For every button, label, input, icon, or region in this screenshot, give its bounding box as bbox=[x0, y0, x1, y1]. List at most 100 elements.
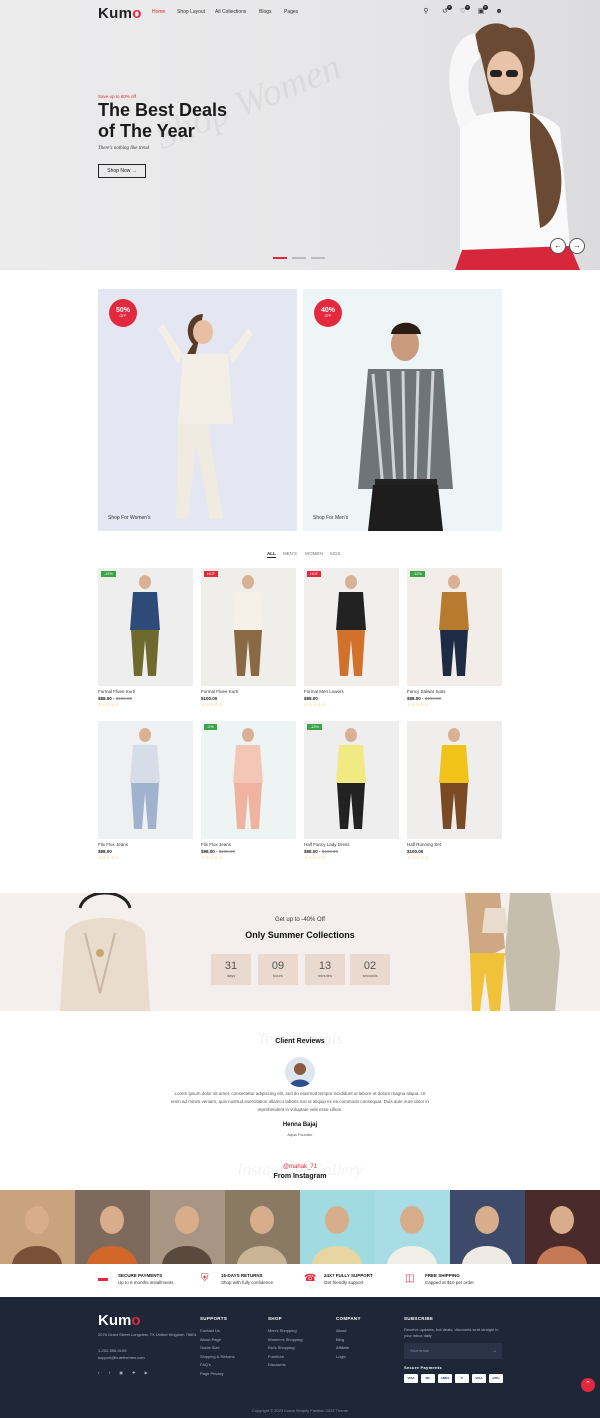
footer-logo[interactable]: Kumo bbox=[98, 1312, 141, 1329]
product-name[interactable]: Formal Fluee Kurti bbox=[98, 689, 193, 694]
logo[interactable]: Kumo bbox=[98, 5, 142, 22]
slider-dot[interactable] bbox=[292, 257, 306, 259]
instagram-handle[interactable]: @mahak_71 bbox=[0, 1164, 600, 1170]
product-card[interactable]: HOT Formal Fluee Kurti $100.00 ☆☆☆☆☆ bbox=[201, 568, 296, 708]
product-price: $100.00 bbox=[407, 849, 424, 854]
footer-link[interactable]: Discounts bbox=[268, 1361, 286, 1370]
shop-women-link[interactable]: Shop For Women's bbox=[108, 515, 151, 521]
instagram-photo[interactable] bbox=[150, 1190, 225, 1264]
product-card[interactable]: -12% Formal Fluee Kurti $88.00 - $100.00 ☆☆… bbox=[98, 568, 193, 708]
product-name[interactable]: Flix Flox Jeans bbox=[98, 842, 193, 847]
product-image[interactable]: HOT bbox=[201, 568, 296, 686]
tab-mens[interactable]: MEN'S bbox=[283, 551, 297, 556]
payments-title: Secure Payments bbox=[404, 1365, 442, 1370]
payment-card-icon: P bbox=[455, 1374, 469, 1383]
instagram-photo[interactable] bbox=[0, 1190, 75, 1264]
instagram-photo[interactable] bbox=[375, 1190, 450, 1264]
product-name[interactable]: Flix Flox Jeans bbox=[201, 842, 296, 847]
copyright: Copyright © 2023 Kuma Shopify Fashion 20… bbox=[251, 1408, 349, 1413]
footer-link[interactable]: About bbox=[336, 1327, 346, 1336]
footer-link[interactable]: Men's Shopping bbox=[268, 1327, 297, 1336]
rating-stars: ☆☆☆☆☆ bbox=[201, 855, 223, 860]
product-card[interactable]: -2% Flix Flox Jeans $98.00 - $100.00 ☆☆☆☆☆ bbox=[201, 721, 296, 861]
slider-prev-button[interactable]: ← bbox=[550, 238, 566, 254]
footer-email[interactable]: support@kutethemes.com bbox=[98, 1354, 145, 1363]
slider-dot[interactable] bbox=[273, 257, 287, 259]
rating-stars: ☆☆☆☆☆ bbox=[98, 855, 120, 860]
instagram-photo[interactable] bbox=[225, 1190, 300, 1264]
payment-card-icon: MC bbox=[421, 1374, 435, 1383]
footer-link[interactable]: Login bbox=[336, 1353, 346, 1362]
slider-dot[interactable] bbox=[311, 257, 325, 259]
tab-kids[interactable]: KIDS bbox=[330, 551, 341, 556]
footer-link[interactable]: Blog bbox=[336, 1336, 344, 1345]
product-image[interactable] bbox=[407, 721, 502, 839]
product-name[interactable]: Half Running Set bbox=[407, 842, 502, 847]
promo-card-women[interactable]: 50% OFF Shop For Women's bbox=[98, 289, 297, 531]
nav-pages[interactable]: Pages bbox=[284, 9, 298, 15]
basket-icon: ◫ bbox=[405, 1273, 415, 1284]
product-name[interactable]: Fancy Salwar Suits bbox=[407, 689, 502, 694]
product-tag: -12% bbox=[101, 571, 116, 577]
product-name[interactable]: Formal Men Lowers bbox=[304, 689, 399, 694]
product-image[interactable]: -12% bbox=[407, 568, 502, 686]
page: Shop Women Kumo Home Shop Layout All Col… bbox=[0, 0, 600, 1418]
nav-home[interactable]: Home bbox=[152, 9, 165, 15]
footer-link[interactable]: Furniture bbox=[268, 1353, 284, 1362]
slider-next-button[interactable]: → bbox=[569, 238, 585, 254]
footer-link[interactable]: Affiliate bbox=[336, 1344, 349, 1353]
footer-link[interactable]: FAQ's bbox=[200, 1361, 211, 1370]
hero-model-image bbox=[449, 23, 580, 270]
product-image[interactable]: -2% bbox=[201, 721, 296, 839]
footer bbox=[0, 1297, 600, 1418]
instagram-photo[interactable] bbox=[75, 1190, 150, 1264]
product-image[interactable]: -12% bbox=[98, 568, 193, 686]
search-icon[interactable]: ⚲ bbox=[422, 8, 430, 16]
footer-link[interactable]: Contact Us bbox=[200, 1327, 220, 1336]
social-icons[interactable]: 𝕣 f ▣ ✚ ▶ bbox=[98, 1369, 152, 1378]
bag-image bbox=[60, 893, 150, 1011]
product-card[interactable]: Flix Flox Jeans $88.00 ☆☆☆☆☆ bbox=[98, 721, 193, 861]
user-icon[interactable]: ☻ bbox=[495, 8, 503, 16]
instagram-photo[interactable] bbox=[300, 1190, 375, 1264]
product-name[interactable]: Half Fancy Lady Dress bbox=[304, 842, 399, 847]
instagram-photo[interactable] bbox=[525, 1190, 600, 1264]
summer-title: Only Summer Collections bbox=[245, 930, 355, 940]
product-card[interactable]: -12% Fancy Salwar Suits $88.00 - $100.00 ☆☆… bbox=[407, 568, 502, 708]
product-image[interactable] bbox=[98, 721, 193, 839]
reviews-title: Client Reviews bbox=[275, 1038, 325, 1045]
shield-icon: ⛨ bbox=[201, 1273, 209, 1284]
promo-card-men[interactable]: 40% OFF Shop For Men's bbox=[303, 289, 502, 531]
compare-icon[interactable]: ↺ 0 bbox=[441, 5, 452, 16]
nav-blogs[interactable]: Blogs bbox=[259, 9, 272, 15]
nav-shop-layout[interactable]: Shop Layout bbox=[177, 9, 205, 15]
product-image[interactable]: HOT bbox=[304, 568, 399, 686]
product-card[interactable]: Half Running Set $100.00 ☆☆☆☆☆ bbox=[407, 721, 502, 861]
product-price: $88.00 - $100.00 bbox=[304, 849, 339, 854]
heart-icon[interactable]: ♡ 0 bbox=[459, 5, 470, 16]
shop-now-button[interactable]: Shop Now → bbox=[98, 164, 146, 178]
women-model-image bbox=[158, 314, 253, 519]
product-name[interactable]: Formal Fluee Kurti bbox=[201, 689, 296, 694]
product-price: $98.00 - $100.00 bbox=[201, 849, 236, 854]
footer-link[interactable]: Kid's Shopping bbox=[268, 1344, 295, 1353]
product-card[interactable]: -12% Half Fancy Lady Dress $88.00 - $100.0… bbox=[304, 721, 399, 861]
shop-men-link[interactable]: Shop For Men's bbox=[313, 515, 348, 521]
footer-link[interactable]: Shipping & Returns bbox=[200, 1353, 234, 1362]
footer-link[interactable]: Page Privacy bbox=[200, 1370, 224, 1379]
product-image[interactable]: -12% bbox=[304, 721, 399, 839]
subscribe-send-icon[interactable]: → bbox=[487, 1343, 502, 1359]
tab-all[interactable]: ALL bbox=[267, 551, 276, 558]
footer-link[interactable]: About Page bbox=[200, 1336, 221, 1345]
men-model-image bbox=[358, 322, 453, 531]
scroll-top-button[interactable]: ⌃ bbox=[581, 1378, 595, 1392]
footer-company-title: COMPANY bbox=[336, 1316, 361, 1321]
nav-all-collections[interactable]: All Collections bbox=[215, 9, 246, 15]
footer-link[interactable]: Women's Shopping bbox=[268, 1336, 303, 1345]
product-card[interactable]: HOT Formal Men Lowers $88.00 ☆☆☆☆☆ bbox=[304, 568, 399, 708]
instagram-photo[interactable] bbox=[450, 1190, 525, 1264]
footer-link[interactable]: Guide Size bbox=[200, 1344, 220, 1353]
tab-women[interactable]: WOMEN bbox=[305, 551, 323, 556]
cart-icon[interactable]: ▣ 0 bbox=[477, 5, 488, 16]
summer-sale-banner: Get up to -40% Off Only Summer Collectio… bbox=[0, 893, 600, 1011]
